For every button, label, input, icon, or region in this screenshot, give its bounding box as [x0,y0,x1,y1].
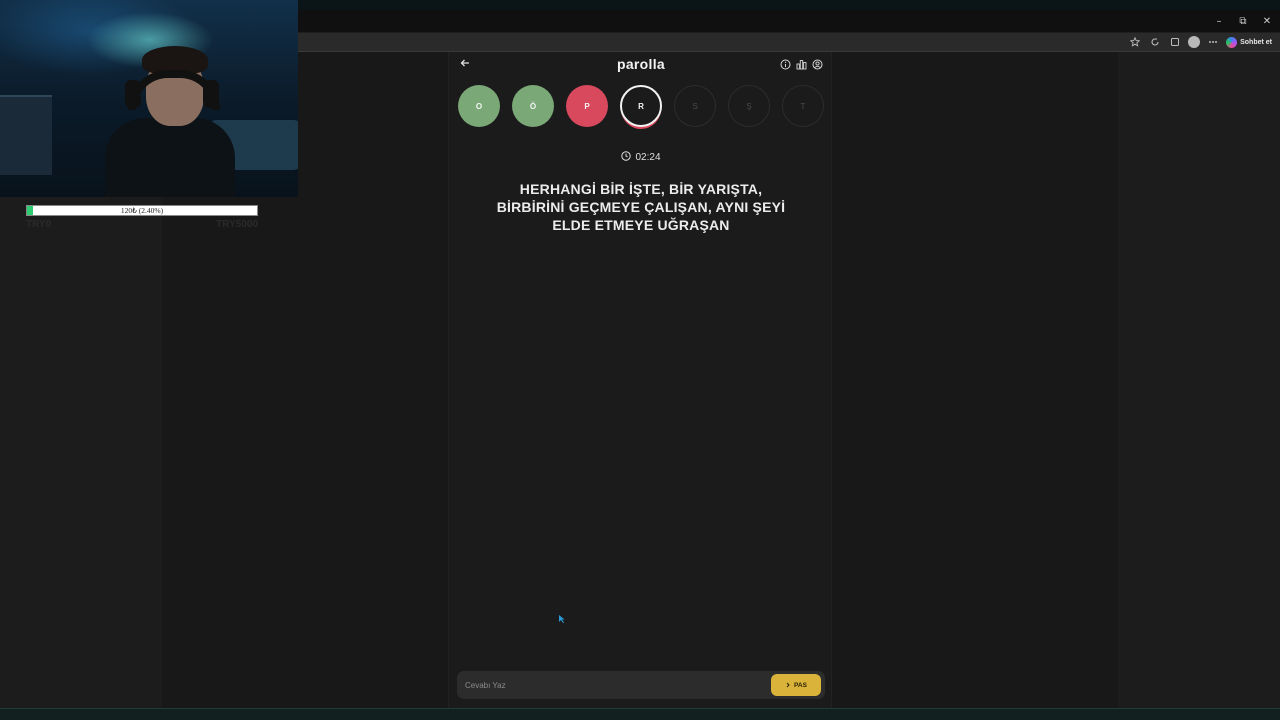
clock-icon [621,151,632,164]
headset-cup-left [125,80,141,108]
letter-circle: T [782,85,824,127]
window-controls: – ⧉ ✕ [1212,14,1274,28]
webcam-shelf [0,95,52,175]
letter-circle: R [620,85,662,127]
chevron-right-icon [786,682,790,688]
right-page-margin [1118,52,1280,708]
timer-value: 02:24 [635,152,661,163]
letter-row: O Ö P R S Ş T [457,85,827,129]
extensions-icon[interactable] [1168,35,1182,49]
game-title: parolla [616,56,665,72]
letter-circle: P [566,85,608,127]
letter-circle: S [674,85,716,127]
toolbar-icons: Sohbet et [1128,35,1272,49]
letter-circle: O [458,85,500,127]
taskbar [0,708,1280,720]
header-icons [779,58,823,70]
chat-button-label: Sohbet et [1240,38,1272,46]
game-header: parolla [449,52,833,78]
webcam-overlay [0,0,298,197]
question-text: HERHANGİ BİR İŞTE, BİR YARIŞTA, BİRBİRİN… [496,181,786,233]
goal-progress-bar: 120₺ (2.40%) [26,205,258,216]
goal-progress-text: 120₺ (2.40%) [120,206,164,215]
copilot-icon [1226,36,1238,48]
goal-max-label: TRY5000 [216,219,258,230]
timer: 02:24 [449,151,833,164]
restore-button[interactable]: ⧉ [1236,14,1250,28]
star-icon[interactable] [1128,35,1142,49]
answer-input[interactable] [457,671,767,699]
goal-title: Monitör Yardımları [109,196,175,205]
profile-icon[interactable] [1188,36,1201,48]
webcam-person-body [105,118,235,197]
goal-min-label: TRY0 [26,219,52,230]
stats-icon[interactable] [795,58,807,70]
letter-circle: Ö [512,85,554,127]
donation-goal: Monitör Yardımları 120₺ (2.40%) TRY0 TRY… [26,196,258,230]
headset-cup-right [203,80,219,108]
profile-circle-icon[interactable] [811,58,823,70]
close-button[interactable]: ✕ [1260,14,1274,28]
pass-button-label: PAS [794,681,807,689]
more-icon[interactable] [1206,35,1220,49]
info-icon[interactable] [779,58,791,70]
pass-button[interactable]: PAS [771,674,821,696]
refresh-icon[interactable] [1148,35,1162,49]
minimize-button[interactable]: – [1212,14,1226,28]
chat-button[interactable]: Sohbet et [1226,36,1272,48]
letter-circle: Ş [728,85,770,127]
game-panel: parolla O Ö P R S Ş T 02:24 HERHANGİ BİR… [448,52,832,708]
answer-bar: PAS [457,671,825,699]
